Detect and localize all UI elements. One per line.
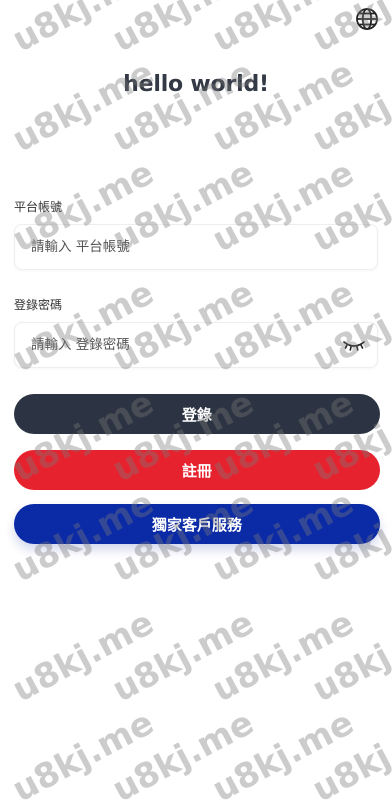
register-button[interactable]: 註冊: [14, 450, 380, 490]
login-button[interactable]: 登錄: [14, 394, 380, 434]
account-input[interactable]: [15, 225, 377, 269]
watermark-text: u8kj.me: [6, 703, 160, 800]
globe-icon: [355, 7, 379, 35]
watermark-text: u8kj.me: [106, 0, 260, 60]
watermark-text: u8kj.me: [106, 53, 260, 160]
watermark-text: u8kj.me: [6, 603, 160, 710]
watermark-text: u8kj.me: [306, 603, 392, 710]
watermark-text: u8kj.me: [206, 603, 360, 710]
watermark-text: u8kj.me: [306, 703, 392, 800]
page-title: hello world!: [123, 72, 269, 97]
account-field[interactable]: [14, 224, 378, 270]
watermark-text: u8kj.me: [106, 603, 260, 710]
password-input[interactable]: [15, 323, 341, 367]
password-field[interactable]: [14, 322, 378, 368]
watermark-text: u8kj.me: [206, 0, 360, 60]
password-label: 登錄密碼: [14, 298, 63, 312]
watermark-text: u8kj.me: [6, 0, 160, 60]
watermark-text: u8kj.me: [206, 53, 360, 160]
watermark-text: u8kj.me: [306, 53, 392, 160]
account-label: 平台帳號: [14, 200, 63, 214]
watermark-text: u8kj.me: [106, 703, 260, 800]
eye-closed-icon[interactable]: [341, 337, 367, 353]
watermark-text: u8kj.me: [6, 53, 160, 160]
customer-service-button[interactable]: 獨家客戶服務: [14, 504, 380, 544]
language-button[interactable]: [354, 8, 380, 34]
watermark-text: u8kj.me: [206, 703, 360, 800]
